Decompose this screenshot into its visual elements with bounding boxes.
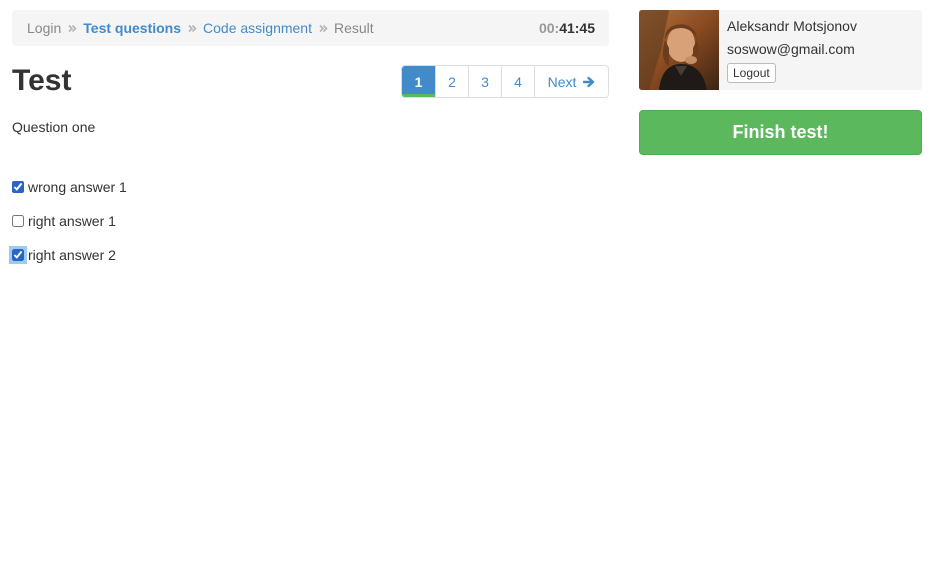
page-button-1[interactable]: 1 <box>402 66 435 97</box>
double-chevron-right-icon <box>319 24 328 33</box>
page-button-3[interactable]: 3 <box>468 66 501 97</box>
page-button-4[interactable]: 4 <box>501 66 534 97</box>
user-card: Aleksandr Motsjonov soswow@gmail.com Log… <box>639 10 922 90</box>
breadcrumb-item-login: Login <box>27 20 62 36</box>
user-email: soswow@gmail.com <box>727 41 855 57</box>
next-page-label: Next <box>547 73 577 90</box>
breadcrumb-item-test-questions: Test questions <box>83 20 182 36</box>
logout-button[interactable]: Logout <box>727 63 776 83</box>
double-chevron-right-icon <box>188 24 197 33</box>
next-page-button[interactable]: Next <box>534 66 608 97</box>
answer-checkbox-2[interactable] <box>12 215 24 227</box>
breadcrumb: Login Test questions Code assignment Res… <box>12 10 609 46</box>
arrow-right-icon <box>583 76 595 88</box>
breadcrumb-item-code-assignment[interactable]: Code assignment <box>203 20 312 36</box>
answer-checkbox-3[interactable] <box>9 246 27 264</box>
answer-option-2[interactable]: right answer 1 <box>12 213 116 229</box>
double-chevron-right-icon <box>68 24 77 33</box>
timer-time: 41:45 <box>559 20 595 36</box>
countdown-timer: 00:41:45 <box>539 20 595 36</box>
question-pagination: 1 2 3 4 Next <box>401 65 609 98</box>
answer-option-3[interactable]: right answer 2 <box>9 246 116 264</box>
answer-label-2: right answer 1 <box>28 213 116 229</box>
answer-option-1[interactable]: wrong answer 1 <box>12 179 127 195</box>
breadcrumb-item-result: Result <box>333 20 374 36</box>
answer-checkbox-1[interactable] <box>12 181 24 193</box>
timer-prefix: 00: <box>538 20 560 36</box>
finish-test-button[interactable]: Finish test! <box>639 110 922 155</box>
question-text: Question one <box>12 119 96 135</box>
page-title: Test <box>12 64 72 97</box>
user-name: Aleksandr Motsjonov <box>727 18 857 34</box>
answer-label-1: wrong answer 1 <box>28 179 127 195</box>
avatar <box>639 10 719 90</box>
user-info: Aleksandr Motsjonov soswow@gmail.com Log… <box>719 10 857 90</box>
page-button-2[interactable]: 2 <box>435 66 468 97</box>
answer-label-3: right answer 2 <box>28 247 116 263</box>
